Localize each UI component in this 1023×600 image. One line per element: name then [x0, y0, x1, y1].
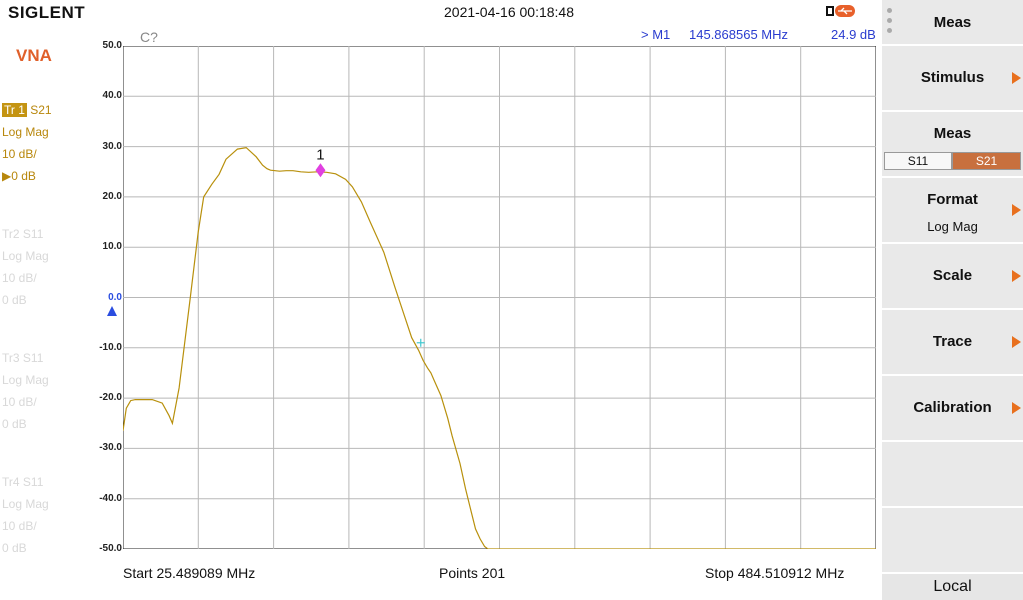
trace-tag: Tr 1	[2, 103, 27, 117]
trace-scale: 10 dB/	[2, 271, 37, 285]
trace-ref: 0 dB	[2, 417, 27, 431]
marker-frequency: 145.868565 MHz	[689, 27, 789, 42]
trace-format: Log Mag	[2, 373, 49, 387]
trace-scale: 10 dB/	[2, 395, 37, 409]
y-tick-label: 30.0	[102, 140, 122, 152]
meas-toggle[interactable]: S11 S21	[884, 152, 1021, 170]
trace-scale: 10 dB/	[2, 147, 37, 161]
trace-ref: 0 dB	[2, 541, 27, 555]
start-frequency[interactable]: Start 25.489089 MHz	[123, 565, 255, 581]
stimulus-label: Stimulus	[920, 69, 985, 86]
points-count[interactable]: Points 201	[439, 565, 505, 581]
y-tick-label: -30.0	[99, 442, 122, 454]
calibration-button[interactable]: Calibration	[882, 376, 1023, 442]
trace-button[interactable]: Trace	[882, 310, 1023, 376]
stimulus-button[interactable]: Stimulus	[882, 46, 1023, 112]
meas-label: Meas	[933, 125, 972, 142]
y-tick-label: 10.0	[102, 241, 122, 253]
y-tick-label: 20.0	[102, 190, 122, 202]
format-button[interactable]: Format Log Mag	[882, 178, 1023, 244]
trace-label: Trace	[932, 333, 973, 350]
arrow-right-icon	[1012, 402, 1021, 414]
trace-scale: 10 dB/	[2, 519, 37, 533]
local-button[interactable]: Local	[882, 574, 1023, 600]
trace-param: S21	[30, 103, 52, 117]
y-tick-label: 50.0	[102, 40, 122, 51]
trace-format: Log Mag	[2, 125, 49, 139]
trace-2-info[interactable]: Tr2 S11 Log Mag 10 dB/ 0 dB	[2, 223, 49, 311]
y-axis-labels: 50.0 40.0 30.0 20.0 10.0 0.0 -10.0 -20.0 -30.0 -4…	[72, 0, 122, 600]
channel-indicator: C?	[140, 29, 158, 45]
scale-label: Scale	[932, 267, 973, 284]
arrow-right-icon	[1012, 270, 1021, 282]
y-tick-label: 0.0	[108, 291, 122, 303]
trace-tag: Tr2	[2, 227, 20, 241]
trace-param: S11	[22, 227, 44, 241]
trace-tag: Tr4	[2, 475, 20, 489]
s21-option[interactable]: S21	[952, 152, 1021, 170]
marker-name: > M1	[641, 27, 671, 42]
y-tick-label: -40.0	[99, 492, 122, 504]
reference-level-icon	[107, 305, 117, 316]
trace-tag: Tr3	[2, 351, 20, 365]
mode-label: VNA	[16, 46, 52, 65]
empty-softkey-2[interactable]	[882, 508, 1023, 574]
arrow-right-icon	[1012, 72, 1021, 84]
status-bar: SIGLENT 2021-04-16 00:18:48	[0, 0, 882, 22]
empty-softkey-1[interactable]	[882, 442, 1023, 508]
y-tick-label: -50.0	[99, 543, 122, 554]
format-label: Format	[927, 191, 978, 208]
format-value: Log Mag	[927, 219, 978, 234]
stop-frequency[interactable]: Stop 484.510912 MHz	[705, 565, 844, 581]
menu-title-meas: Meas	[882, 0, 1023, 46]
datetime: 2021-04-16 00:18:48	[444, 4, 574, 20]
trace-ref: ▶0 dB	[2, 169, 36, 183]
trace-plot[interactable]: 1	[123, 46, 876, 549]
trace-param: S11	[22, 475, 44, 489]
meas-selector[interactable]: Meas S11 S21	[882, 112, 1023, 178]
softkey-menu: Meas Stimulus Meas S11 S21 Format Log Ma…	[882, 0, 1023, 600]
trace-ref: 0 dB	[2, 293, 27, 307]
trace-param: S11	[22, 351, 44, 365]
arrow-right-icon	[1012, 204, 1021, 216]
y-tick-label: 40.0	[102, 90, 122, 102]
trace-format: Log Mag	[2, 497, 49, 511]
usb-icon	[826, 5, 855, 17]
menu-title: Meas	[933, 14, 972, 31]
trace-1-info[interactable]: Tr 1 S21 Log Mag 10 dB/ ▶0 dB	[2, 99, 52, 187]
trace-4-info[interactable]: Tr4 S11 Log Mag 10 dB/ 0 dB	[2, 471, 49, 559]
marker-value: 24.9 dB	[831, 27, 876, 42]
marker-label: 1	[316, 146, 324, 163]
trace-format: Log Mag	[2, 249, 49, 263]
trace-3-info[interactable]: Tr3 S11 Log Mag 10 dB/ 0 dB	[2, 347, 49, 435]
marker-info-bar: C? > M1 145.868565 MHz 24.9 dB	[0, 22, 882, 45]
y-tick-label: -20.0	[99, 392, 122, 404]
s11-option[interactable]: S11	[884, 152, 952, 170]
scale-button[interactable]: Scale	[882, 244, 1023, 310]
calibration-label: Calibration	[913, 399, 992, 416]
arrow-right-icon	[1012, 336, 1021, 348]
y-tick-label: -10.0	[99, 341, 122, 353]
